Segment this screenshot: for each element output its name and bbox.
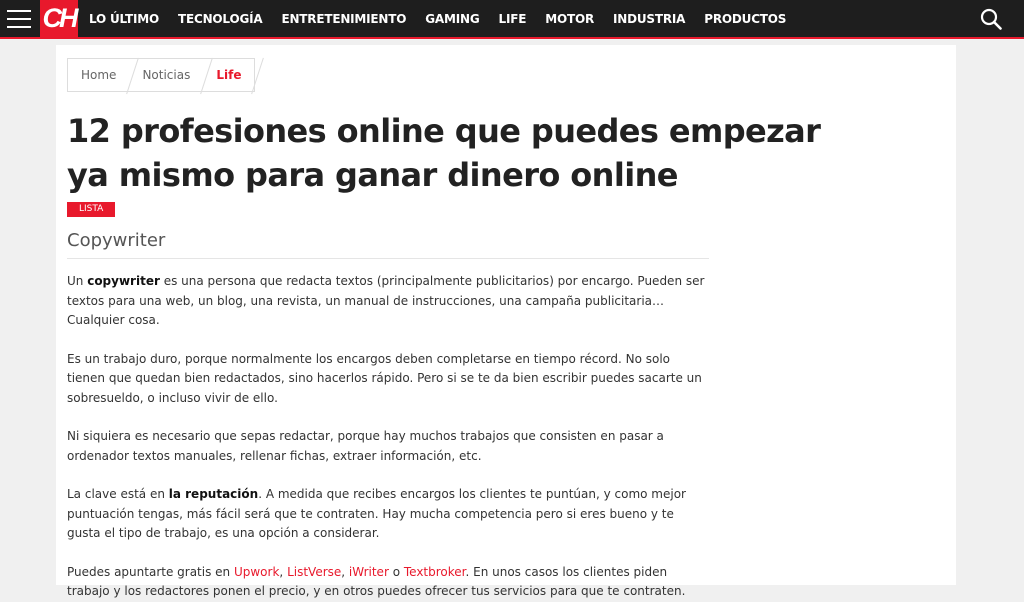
text-span: La clave está en <box>67 487 169 501</box>
breadcrumb-link-noticias[interactable]: Noticias <box>142 68 190 82</box>
nav-item-industria[interactable]: INDUSTRIA <box>613 12 685 26</box>
text-span: o <box>388 564 404 579</box>
nav-item-tecnologia[interactable]: TECNOLOGÍA <box>178 12 263 26</box>
bold-term: la reputación <box>168 487 259 501</box>
search-icon[interactable] <box>980 8 1002 30</box>
nav-item-lo-ultimo[interactable]: LO ÚLTIMO <box>89 12 159 26</box>
paragraph-2: Es un trabajo duro, porque normalmente l… <box>67 351 702 405</box>
link-listverse[interactable]: ListVerse <box>287 565 341 579</box>
breadcrumb-item-life: Life <box>203 59 254 91</box>
nav-item-motor[interactable]: MOTOR <box>545 12 594 26</box>
paragraph-1: Un copywriter es una persona que redacta… <box>67 272 709 331</box>
text-span: Un <box>67 274 88 288</box>
article-page: Home Noticias Life 12 profesiones online… <box>56 45 956 598</box>
text-span: es una persona que redacta textos (princ… <box>67 274 705 327</box>
nav-item-productos[interactable]: PRODUCTOS <box>704 12 786 26</box>
breadcrumb-item-home: Home <box>68 59 129 91</box>
nav-item-entretenimiento[interactable]: ENTRETENIMIENTO <box>281 12 406 26</box>
article-body: Copywriter Un copywriter es una persona … <box>67 230 709 602</box>
text-span: , <box>341 564 349 579</box>
breadcrumb: Home Noticias Life <box>67 58 256 92</box>
paragraph-5: Puedes apuntarte gratis en Upwork, ListV… <box>67 563 709 602</box>
link-upwork[interactable]: Upwork <box>234 565 279 579</box>
text-span: , <box>279 564 288 579</box>
text-span: Puedes apuntarte gratis en <box>67 564 234 579</box>
category-tag[interactable]: LISTA <box>67 202 116 217</box>
site-logo[interactable]: CH <box>40 0 79 37</box>
link-textbroker[interactable]: Textbroker <box>404 565 466 579</box>
nav-item-life[interactable]: LIFE <box>499 12 527 26</box>
main-nav: LO ÚLTIMO TECNOLOGÍA ENTRETENIMIENTO GAM… <box>89 12 805 26</box>
link-iwriter[interactable]: iWriter <box>349 565 389 579</box>
paragraph-4: La clave está en la reputación. A medida… <box>67 485 709 544</box>
breadcrumb-link-home[interactable]: Home <box>81 68 116 82</box>
top-navigation-bar: CH LO ÚLTIMO TECNOLOGÍA ENTRETENIMIENTO … <box>0 0 1024 39</box>
bold-term: copywriter <box>87 274 160 288</box>
hamburger-menu-icon[interactable] <box>7 9 31 28</box>
nav-item-gaming[interactable]: GAMING <box>425 12 479 26</box>
paragraph-3: Ni siquiera es necesario que sepas redac… <box>67 429 664 463</box>
article-title: 12 profesiones online que puedes empezar… <box>67 112 821 194</box>
section-heading: Copywriter <box>67 230 709 259</box>
breadcrumb-item-noticias: Noticias <box>129 59 203 91</box>
breadcrumb-link-life[interactable]: Life <box>216 68 241 82</box>
